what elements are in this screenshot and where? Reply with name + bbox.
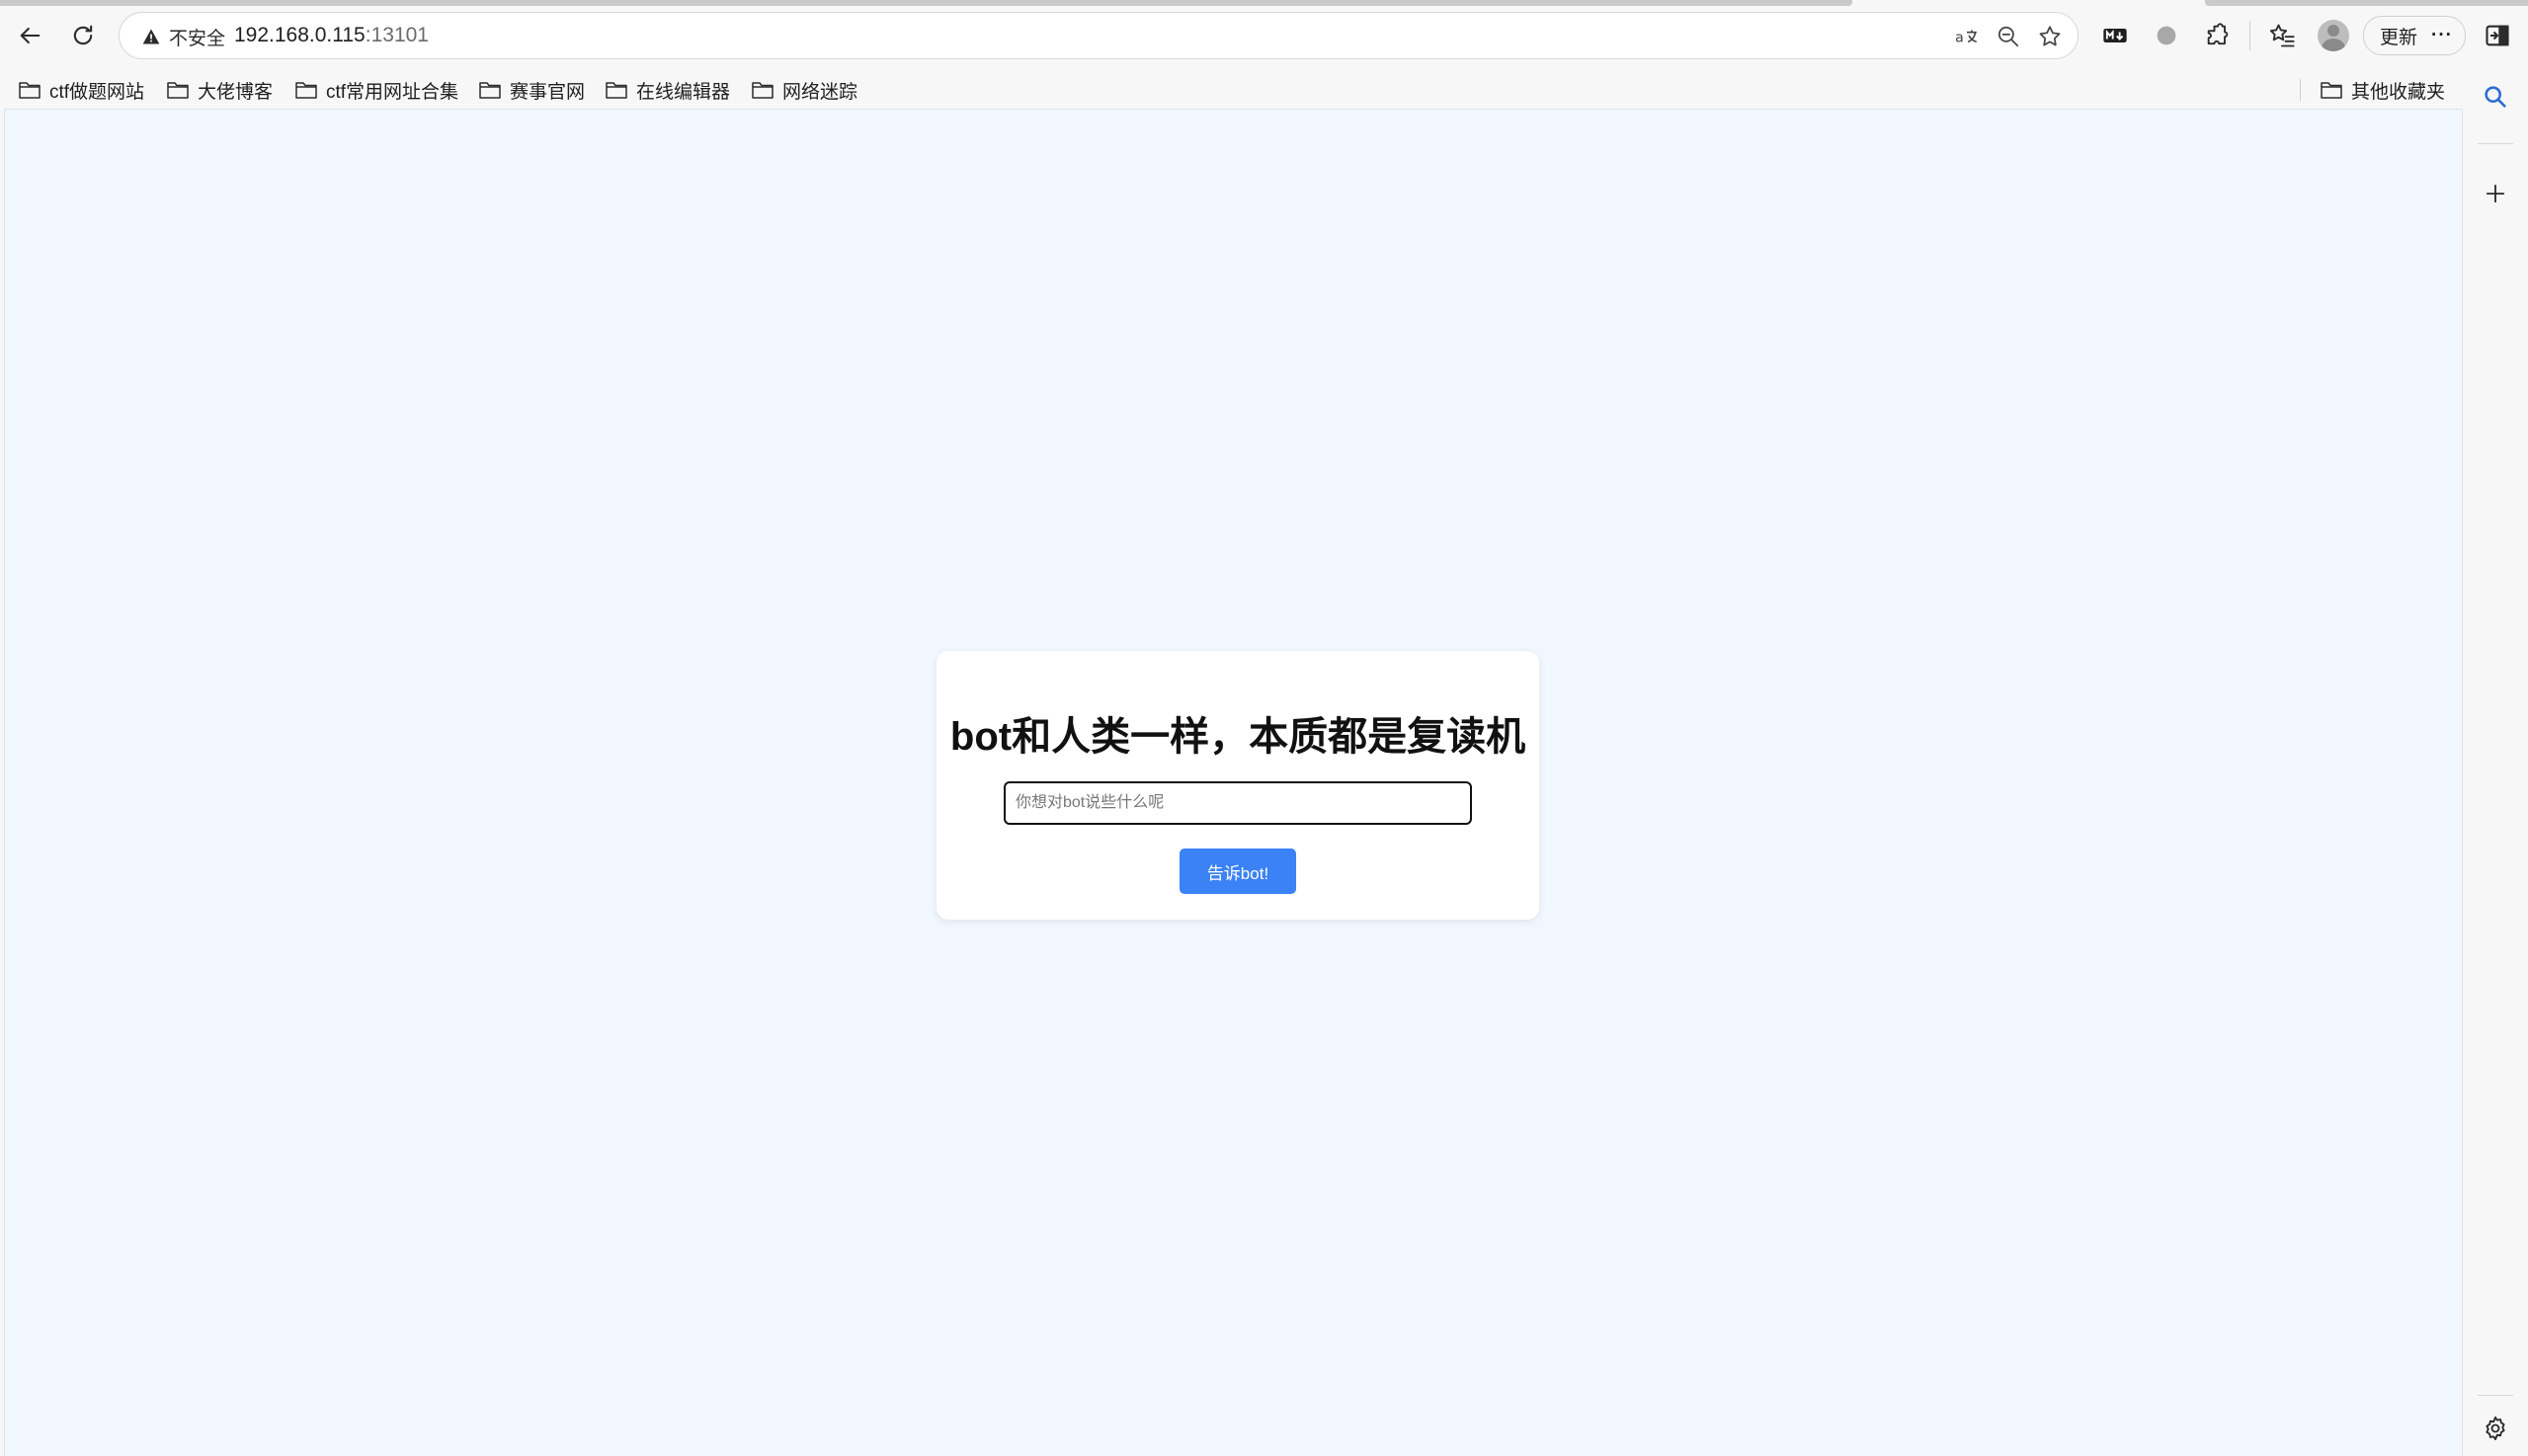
bookmark-folder-events[interactable]: 赛事官网 bbox=[474, 75, 589, 105]
markdown-icon bbox=[2103, 29, 2127, 42]
bookmark-folder-osint[interactable]: 网络迷踪 bbox=[747, 75, 861, 105]
extension-button[interactable] bbox=[2141, 14, 2192, 57]
message-input[interactable] bbox=[1004, 781, 1472, 825]
sidebar-search-button[interactable] bbox=[2474, 75, 2517, 119]
more-icon: ··· bbox=[2431, 25, 2453, 45]
bookmarks-bar: ctf做题网站 大佬博客 ctf常用网址合集 赛事官网 在线编辑器 网络迷踪 其… bbox=[0, 71, 2528, 109]
warning-icon bbox=[142, 29, 160, 44]
folder-icon bbox=[167, 82, 189, 99]
sidebar-toggle-icon bbox=[2486, 25, 2509, 46]
bookmark-label: ctf做题网站 bbox=[49, 81, 145, 103]
extensions-menu-button[interactable] bbox=[2192, 14, 2243, 57]
bookmark-folder-ctf-links[interactable]: ctf常用网址合集 bbox=[290, 75, 462, 105]
bookmark-label: 网络迷踪 bbox=[782, 81, 858, 103]
back-arrow-icon bbox=[20, 27, 41, 44]
back-button[interactable] bbox=[8, 14, 51, 57]
bookmarks-divider bbox=[2300, 79, 2301, 101]
sidebar-settings-button[interactable] bbox=[2474, 1407, 2517, 1450]
folder-icon bbox=[19, 82, 41, 99]
browser-toolbar: 不安全 192.168.0.115:13101 a 更新 ··· bbox=[0, 0, 2528, 71]
folder-icon bbox=[295, 82, 317, 99]
bookmark-label: 在线编辑器 bbox=[636, 81, 731, 103]
puzzle-icon bbox=[2207, 23, 2229, 45]
tab-strip-right bbox=[2205, 0, 2528, 6]
folder-icon bbox=[606, 82, 627, 99]
bookmark-folder-other[interactable]: 其他收藏夹 bbox=[2316, 75, 2449, 105]
svg-text:a: a bbox=[1955, 30, 1964, 45]
sidebar-add-button[interactable] bbox=[2474, 172, 2517, 215]
bookmark-label: 其他收藏夹 bbox=[2351, 81, 2446, 103]
page-viewport: bot和人类一样，本质都是复读机 告诉bot! bbox=[4, 109, 2463, 1456]
url-host: 192.168.0.115 bbox=[234, 24, 366, 46]
bookmark-folder-ctf-sites[interactable]: ctf做题网站 bbox=[14, 75, 148, 105]
gear-icon bbox=[2486, 1416, 2505, 1441]
sidebar-divider bbox=[2478, 143, 2513, 144]
zoom-out-icon bbox=[1998, 26, 2019, 47]
url-text[interactable]: 192.168.0.115:13101 bbox=[234, 24, 429, 47]
folder-icon bbox=[479, 82, 501, 99]
folder-icon bbox=[752, 82, 774, 99]
markdown-extension-button[interactable] bbox=[2089, 14, 2141, 57]
zoom-button[interactable] bbox=[1991, 19, 2026, 54]
bookmark-label: ctf常用网址合集 bbox=[326, 81, 459, 103]
sidebar-toggle-button[interactable] bbox=[2472, 14, 2523, 57]
favorites-button[interactable] bbox=[2256, 14, 2308, 57]
search-icon bbox=[2485, 86, 2506, 108]
translate-icon: a bbox=[1955, 30, 1978, 45]
page-title: bot和人类一样，本质都是复读机 bbox=[949, 715, 1526, 759]
update-label: 更新 bbox=[2380, 27, 2418, 48]
repeater-card: bot和人类一样，本质都是复读机 告诉bot! bbox=[937, 651, 1539, 920]
favorite-button[interactable] bbox=[2032, 19, 2068, 54]
url-port: :13101 bbox=[365, 24, 429, 46]
star-icon bbox=[2039, 26, 2061, 46]
bookmark-label: 赛事官网 bbox=[510, 81, 586, 103]
circle-extension-icon bbox=[2157, 26, 2176, 45]
bookmark-label: 大佬博客 bbox=[198, 81, 274, 103]
bookmark-folder-editors[interactable]: 在线编辑器 bbox=[601, 75, 734, 105]
profile-button[interactable] bbox=[2308, 14, 2359, 57]
address-bar[interactable]: 不安全 192.168.0.115:13101 a bbox=[119, 12, 2079, 59]
tab-strip bbox=[0, 0, 1852, 6]
avatar bbox=[2318, 20, 2349, 51]
toolbar-divider bbox=[2249, 21, 2250, 50]
security-indicator[interactable]: 不安全 bbox=[131, 21, 235, 52]
favorites-list-icon bbox=[2269, 24, 2295, 47]
tell-bot-button[interactable]: 告诉bot! bbox=[1180, 849, 1296, 894]
bookmark-folder-blogs[interactable]: 大佬博客 bbox=[162, 75, 277, 105]
folder-icon bbox=[2321, 82, 2342, 99]
update-button[interactable]: 更新 ··· bbox=[2363, 16, 2466, 55]
read-aloud-button[interactable]: a bbox=[1949, 19, 1985, 54]
reload-button[interactable] bbox=[61, 14, 105, 57]
security-label: 不安全 bbox=[169, 28, 226, 49]
plus-icon bbox=[2486, 184, 2505, 203]
sidebar-divider-bottom bbox=[2478, 1395, 2513, 1396]
edge-sidebar bbox=[2464, 71, 2528, 1456]
reload-icon bbox=[73, 25, 93, 45]
